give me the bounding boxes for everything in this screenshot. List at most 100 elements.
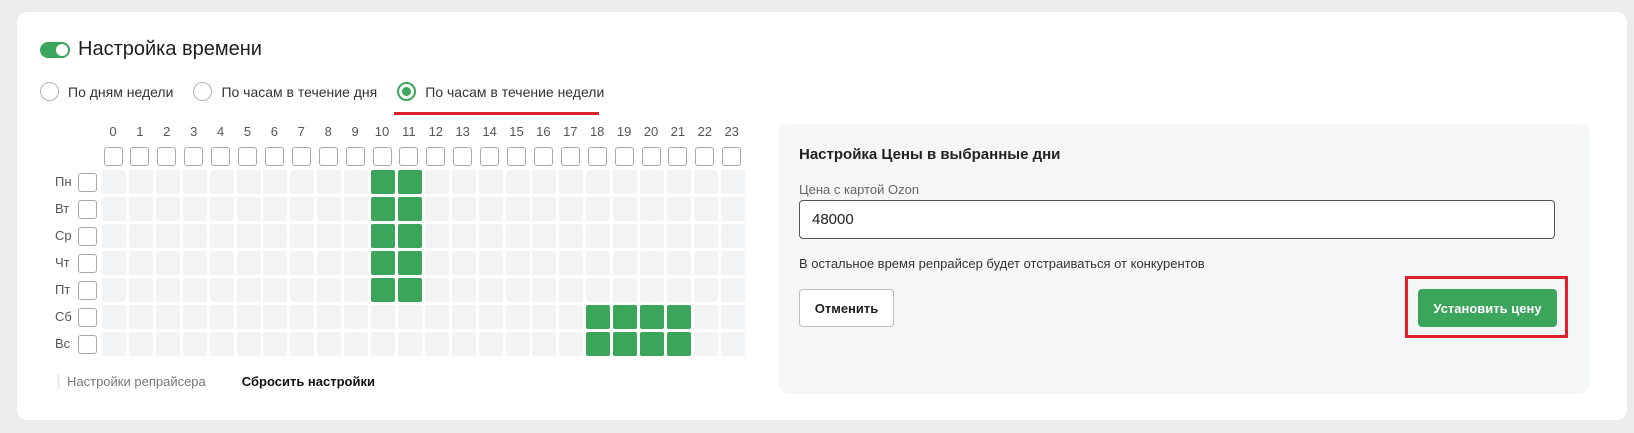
schedule-cell-active[interactable] bbox=[666, 305, 691, 329]
schedule-cell[interactable] bbox=[102, 278, 126, 302]
schedule-cell[interactable] bbox=[451, 251, 476, 275]
schedule-cell[interactable] bbox=[209, 278, 234, 302]
schedule-cell[interactable] bbox=[586, 224, 611, 248]
schedule-cell[interactable] bbox=[505, 197, 530, 221]
schedule-cell[interactable] bbox=[478, 170, 503, 194]
schedule-cell[interactable] bbox=[317, 224, 342, 248]
schedule-cell[interactable] bbox=[290, 278, 315, 302]
schedule-cell[interactable] bbox=[451, 332, 476, 356]
hour-checkbox[interactable] bbox=[103, 147, 123, 166]
schedule-cell[interactable] bbox=[344, 332, 369, 356]
schedule-cell-active[interactable] bbox=[640, 305, 664, 329]
hour-checkbox[interactable] bbox=[372, 147, 392, 166]
schedule-cell[interactable] bbox=[693, 278, 718, 302]
schedule-cell[interactable] bbox=[613, 224, 638, 248]
schedule-cell[interactable] bbox=[613, 170, 638, 194]
schedule-cell[interactable] bbox=[397, 332, 422, 356]
schedule-cell[interactable] bbox=[317, 278, 342, 302]
schedule-cell[interactable] bbox=[640, 197, 664, 221]
schedule-cell[interactable] bbox=[451, 305, 476, 329]
schedule-cell[interactable] bbox=[424, 224, 449, 248]
schedule-cell[interactable] bbox=[182, 170, 207, 194]
radio-by-hours-week[interactable]: По часам в течение недели bbox=[394, 82, 604, 115]
schedule-cell[interactable] bbox=[102, 197, 126, 221]
schedule-cell-active[interactable] bbox=[371, 251, 395, 275]
schedule-cell[interactable] bbox=[182, 332, 207, 356]
schedule-cell[interactable] bbox=[640, 170, 664, 194]
schedule-cell[interactable] bbox=[720, 305, 745, 329]
schedule-cell[interactable] bbox=[478, 251, 503, 275]
schedule-cell-active[interactable] bbox=[397, 197, 422, 221]
hour-checkbox[interactable] bbox=[614, 147, 634, 166]
hour-checkbox[interactable] bbox=[722, 147, 742, 166]
schedule-cell[interactable] bbox=[666, 170, 691, 194]
schedule-cell-active[interactable] bbox=[371, 278, 395, 302]
schedule-cell[interactable] bbox=[532, 170, 557, 194]
schedule-cell[interactable] bbox=[451, 278, 476, 302]
hour-checkbox[interactable] bbox=[480, 147, 500, 166]
radio-circle-selected[interactable] bbox=[397, 82, 417, 101]
schedule-cell[interactable] bbox=[451, 224, 476, 248]
schedule-cell-active[interactable] bbox=[397, 278, 422, 302]
cancel-button[interactable]: Отменить bbox=[799, 289, 894, 327]
radio-circle[interactable] bbox=[40, 82, 59, 101]
schedule-cell[interactable] bbox=[236, 170, 261, 194]
schedule-cell[interactable] bbox=[263, 278, 288, 302]
schedule-cell[interactable] bbox=[532, 305, 557, 329]
schedule-cell[interactable] bbox=[559, 197, 584, 221]
schedule-cell[interactable] bbox=[693, 170, 718, 194]
schedule-cell[interactable] bbox=[720, 251, 745, 275]
hour-checkbox[interactable] bbox=[399, 147, 419, 166]
radio-by-weekdays[interactable]: По дням недели bbox=[40, 82, 173, 101]
day-checkbox[interactable] bbox=[78, 335, 97, 354]
schedule-cell[interactable] bbox=[128, 170, 153, 194]
schedule-cell[interactable] bbox=[209, 224, 234, 248]
schedule-cell[interactable] bbox=[155, 170, 180, 194]
schedule-cell[interactable] bbox=[559, 170, 584, 194]
schedule-cell[interactable] bbox=[209, 305, 234, 329]
schedule-cell[interactable] bbox=[613, 197, 638, 221]
schedule-cell-active[interactable] bbox=[397, 251, 422, 275]
schedule-cell[interactable] bbox=[586, 170, 611, 194]
schedule-cell[interactable] bbox=[640, 251, 664, 275]
set-price-button[interactable]: Установить цену bbox=[1418, 289, 1557, 327]
schedule-cell[interactable] bbox=[209, 170, 234, 194]
schedule-cell[interactable] bbox=[102, 332, 126, 356]
hour-checkbox[interactable] bbox=[587, 147, 607, 166]
schedule-cell[interactable] bbox=[155, 278, 180, 302]
schedule-cell[interactable] bbox=[236, 224, 261, 248]
schedule-cell[interactable] bbox=[397, 305, 422, 329]
schedule-cell-active[interactable] bbox=[586, 332, 611, 356]
schedule-cell[interactable] bbox=[128, 197, 153, 221]
day-checkbox[interactable] bbox=[78, 254, 97, 273]
schedule-cell-active[interactable] bbox=[586, 305, 611, 329]
schedule-cell[interactable] bbox=[559, 251, 584, 275]
schedule-cell[interactable] bbox=[290, 170, 315, 194]
hour-checkbox[interactable] bbox=[345, 147, 365, 166]
schedule-cell[interactable] bbox=[424, 197, 449, 221]
schedule-cell[interactable] bbox=[344, 278, 369, 302]
schedule-cell[interactable] bbox=[478, 305, 503, 329]
schedule-cell[interactable] bbox=[263, 305, 288, 329]
schedule-cell[interactable] bbox=[640, 278, 664, 302]
schedule-cell[interactable] bbox=[317, 170, 342, 194]
schedule-cell[interactable] bbox=[182, 278, 207, 302]
time-settings-toggle[interactable] bbox=[40, 41, 70, 58]
schedule-cell[interactable] bbox=[478, 332, 503, 356]
schedule-cell[interactable] bbox=[666, 278, 691, 302]
schedule-cell[interactable] bbox=[559, 332, 584, 356]
schedule-cell[interactable] bbox=[424, 251, 449, 275]
hour-checkbox[interactable] bbox=[130, 147, 150, 166]
schedule-cell-active[interactable] bbox=[613, 332, 638, 356]
schedule-cell[interactable] bbox=[505, 251, 530, 275]
schedule-cell[interactable] bbox=[666, 251, 691, 275]
schedule-cell[interactable] bbox=[451, 197, 476, 221]
schedule-cell[interactable] bbox=[505, 332, 530, 356]
schedule-cell-active[interactable] bbox=[397, 170, 422, 194]
schedule-cell[interactable] bbox=[209, 332, 234, 356]
schedule-cell[interactable] bbox=[666, 224, 691, 248]
schedule-cell[interactable] bbox=[505, 278, 530, 302]
schedule-cell[interactable] bbox=[155, 224, 180, 248]
schedule-cell[interactable] bbox=[451, 170, 476, 194]
schedule-cell[interactable] bbox=[613, 278, 638, 302]
